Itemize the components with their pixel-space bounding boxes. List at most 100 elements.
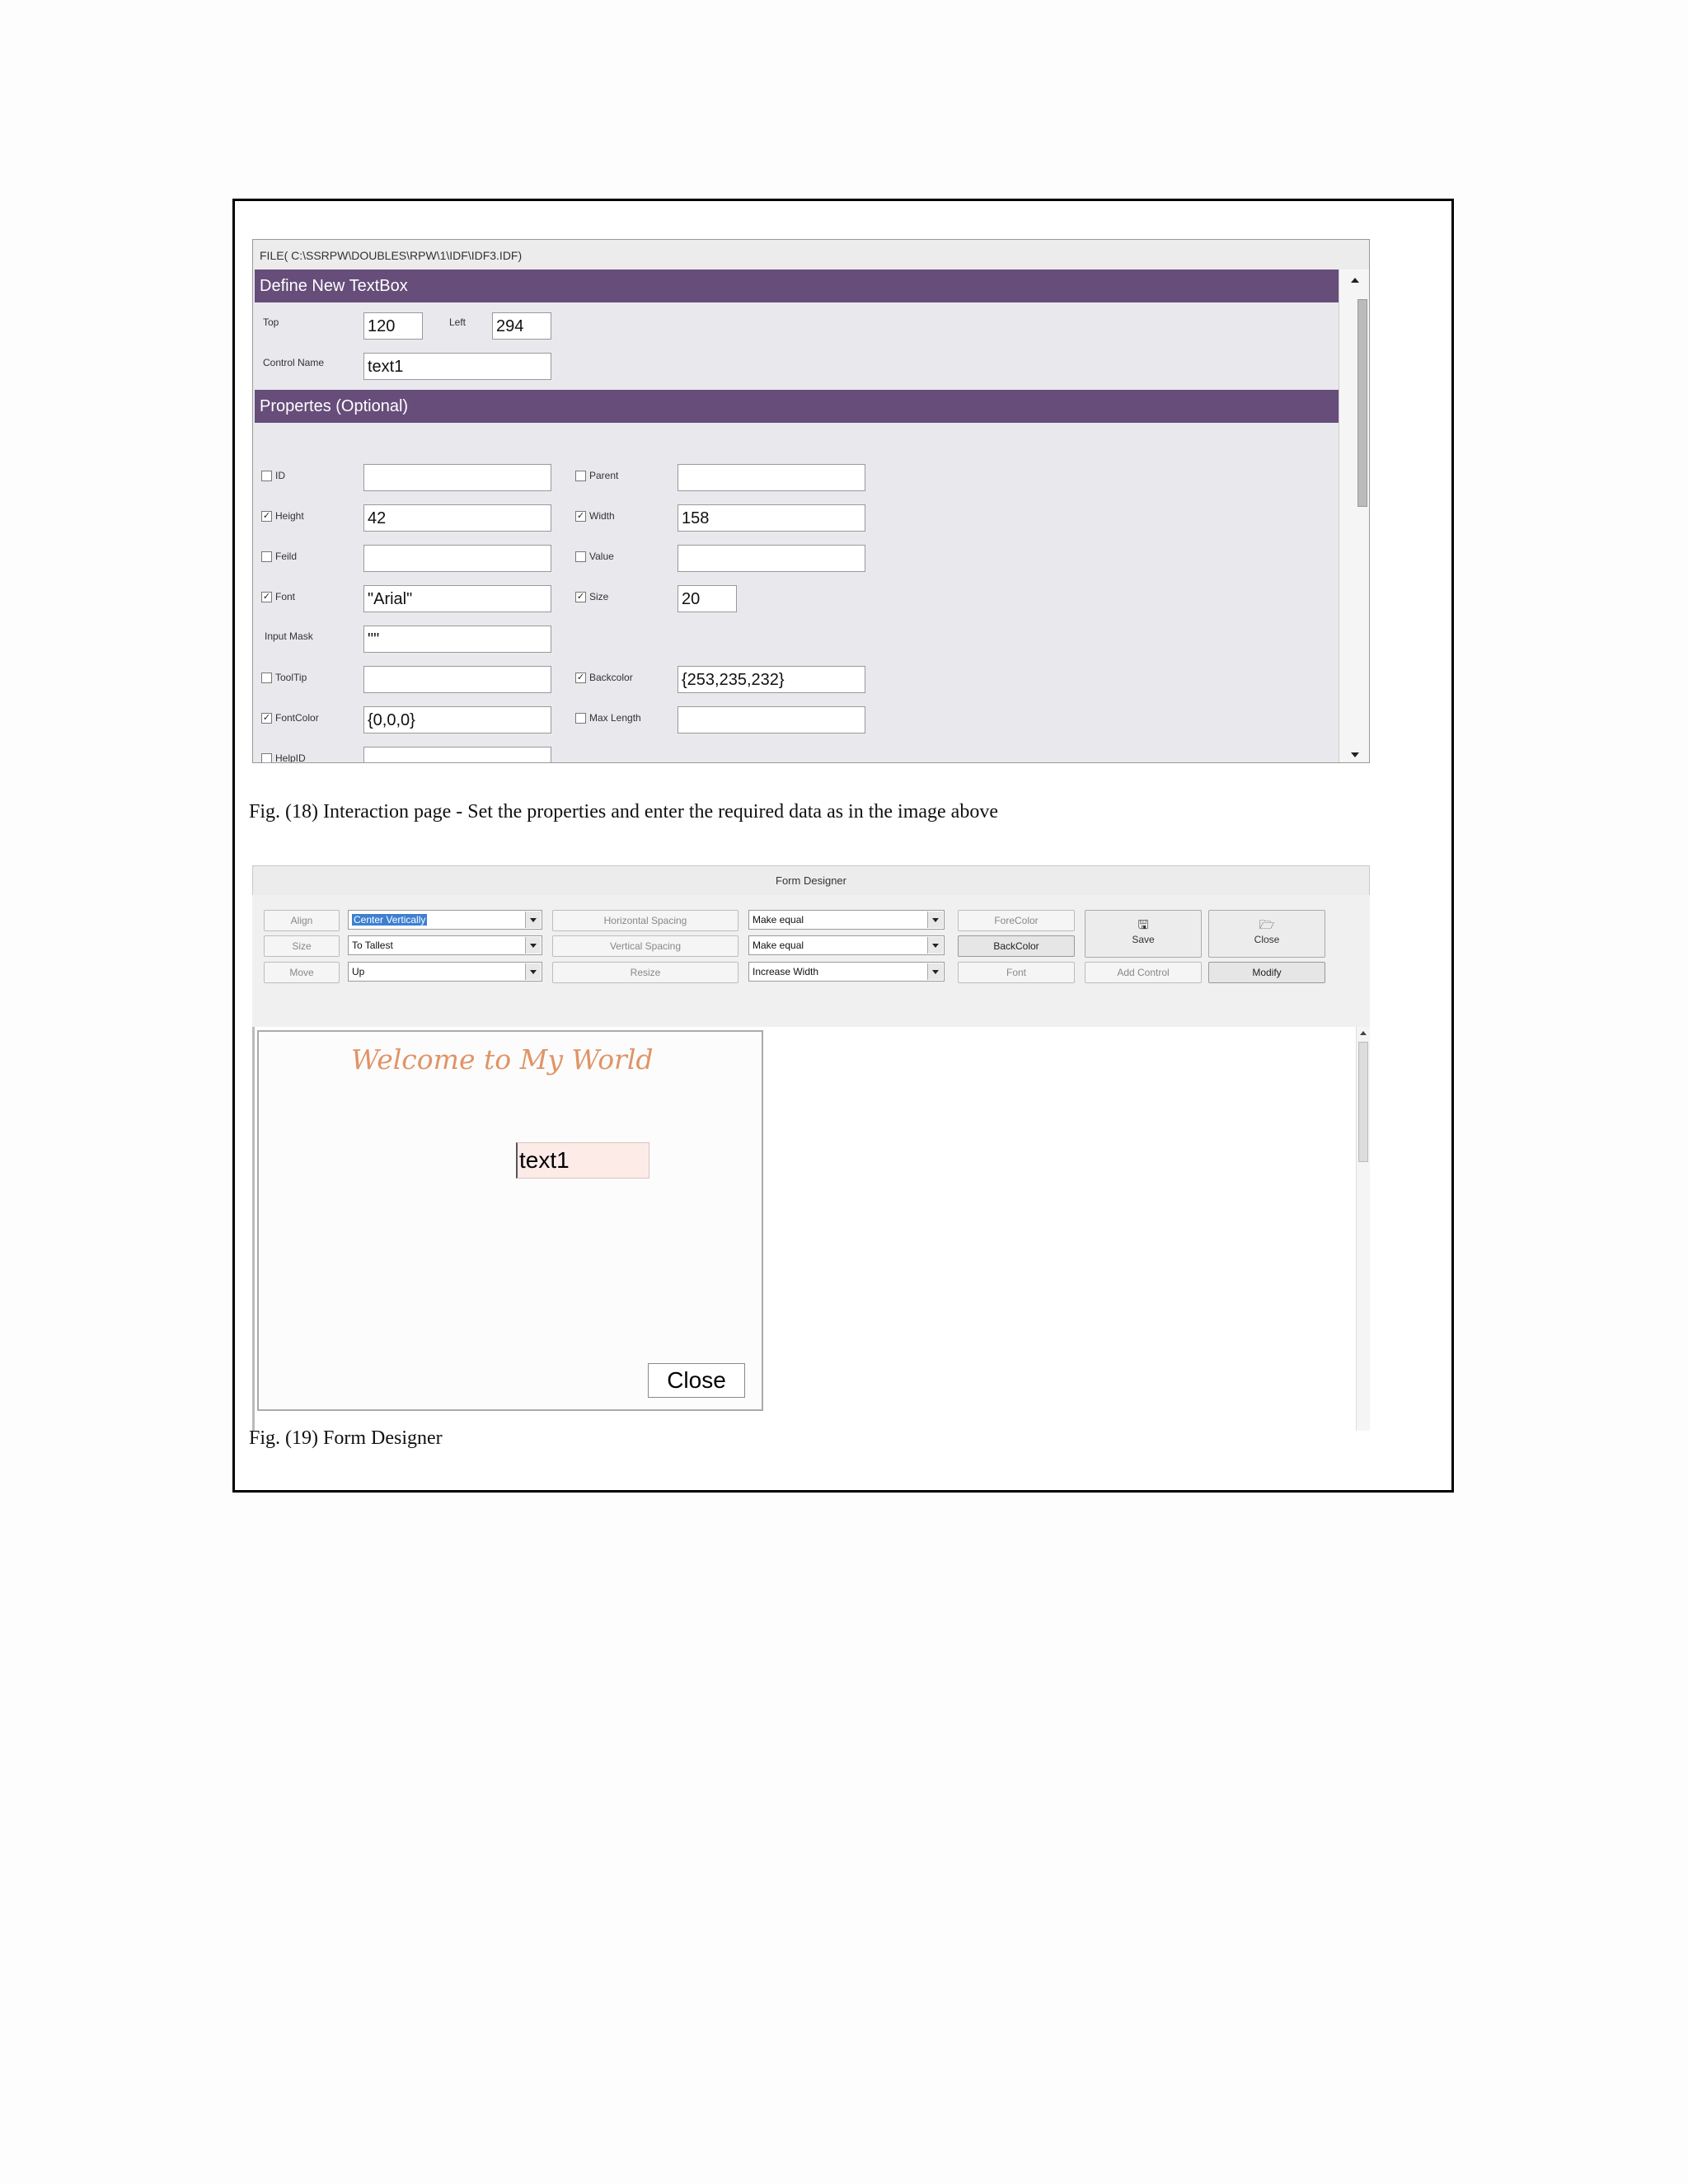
feild-checkbox[interactable] [261, 551, 272, 562]
chevron-down-icon[interactable] [525, 912, 541, 928]
size-button[interactable]: Size [264, 935, 340, 957]
text1-textbox[interactable]: text1 [516, 1142, 649, 1179]
design-canvas: Welcome to My World text1 Close [252, 1027, 1370, 1431]
top-input[interactable]: 120 [363, 312, 423, 340]
parent-input[interactable] [678, 464, 865, 491]
tooltip-label: ToolTip [275, 672, 307, 683]
chevron-down-icon[interactable] [927, 963, 943, 980]
preview-close-button[interactable]: Close [648, 1363, 745, 1398]
height-input[interactable]: 42 [363, 504, 551, 532]
height-checkbox-row[interactable]: ✓ Height [261, 510, 304, 522]
height-checkbox[interactable]: ✓ [261, 510, 272, 522]
move-select[interactable]: Up [348, 962, 542, 982]
define-textbox-window: FILE( C:\SSRPW\DOUBLES\RPW\1\IDF\IDF3.ID… [252, 239, 1370, 763]
window-content: Define New TextBox Top 120 Left 294 Cont… [253, 269, 1339, 762]
designer-toolbar: Align Size Move Center Vertically To Tal… [252, 895, 1370, 1029]
backcolor-checkbox-row[interactable]: ✓ Backcolor [575, 672, 633, 683]
horizontal-spacing-button[interactable]: Horizontal Spacing [552, 910, 738, 931]
align-select[interactable]: Center Vertically [348, 910, 542, 930]
scroll-up-icon[interactable] [1360, 1031, 1367, 1035]
vertical-scrollbar[interactable] [1339, 269, 1369, 762]
feild-checkbox-row[interactable]: Feild [261, 551, 297, 562]
vertical-spacing-button[interactable]: Vertical Spacing [552, 935, 738, 957]
vertical-scrollbar[interactable] [1356, 1027, 1370, 1431]
backcolor-input[interactable]: {253,235,232} [678, 666, 865, 693]
id-checkbox-row[interactable]: ID [261, 470, 285, 481]
width-input[interactable]: 158 [678, 504, 865, 532]
scroll-thumb[interactable] [1358, 1042, 1368, 1162]
font-checkbox-row[interactable]: ✓ Font [261, 591, 295, 602]
size-label: Size [589, 591, 609, 602]
scroll-thumb[interactable] [1357, 299, 1367, 507]
resize-select-value: Increase Width [753, 966, 819, 977]
width-checkbox-row[interactable]: ✓ Width [575, 510, 615, 522]
maxlength-checkbox[interactable] [575, 712, 586, 724]
input-mask-input[interactable]: "" [363, 626, 551, 653]
add-control-button[interactable]: Add Control [1085, 962, 1202, 983]
backcolor-checkbox[interactable]: ✓ [575, 672, 586, 683]
forecolor-button[interactable]: ForeColor [958, 910, 1075, 931]
helpid-checkbox-row[interactable]: HelpID [261, 752, 306, 762]
chevron-down-icon[interactable] [525, 963, 541, 980]
parent-checkbox-row[interactable]: Parent [575, 470, 618, 481]
move-button[interactable]: Move [264, 962, 340, 983]
size-checkbox[interactable]: ✓ [575, 591, 586, 602]
backcolor-button[interactable]: BackColor [958, 935, 1075, 957]
vertical-spacing-select[interactable]: Make equal [748, 935, 945, 955]
scroll-down-icon[interactable] [1351, 752, 1359, 757]
section-define-new-textbox: Define New TextBox [255, 269, 1339, 302]
tooltip-checkbox[interactable] [261, 672, 272, 683]
chevron-down-icon[interactable] [525, 937, 541, 954]
modify-button[interactable]: Modify [1208, 962, 1325, 983]
feild-label: Feild [275, 551, 298, 562]
fontcolor-label: FontColor [275, 712, 319, 724]
size-input[interactable]: 20 [678, 585, 737, 612]
font-checkbox[interactable]: ✓ [261, 591, 272, 602]
font-input[interactable]: "Arial" [363, 585, 551, 612]
maxlength-input[interactable] [678, 706, 865, 733]
align-button[interactable]: Align [264, 910, 340, 931]
tooltip-checkbox-row[interactable]: ToolTip [261, 672, 307, 683]
maxlength-checkbox-row[interactable]: Max Length [575, 712, 641, 724]
value-checkbox-row[interactable]: Value [575, 551, 614, 562]
width-checkbox[interactable]: ✓ [575, 510, 586, 522]
parent-checkbox[interactable] [575, 470, 586, 481]
control-name-input[interactable]: text1 [363, 353, 551, 380]
scroll-up-icon[interactable] [1351, 278, 1359, 283]
id-input[interactable] [363, 464, 551, 491]
close-designer-button[interactable]: 🗁 Close [1208, 910, 1325, 958]
window-title: Form Designer [252, 865, 1370, 897]
id-checkbox[interactable] [261, 470, 272, 481]
section-properties: Propertes (Optional) [255, 390, 1339, 423]
fontcolor-checkbox[interactable]: ✓ [261, 712, 272, 724]
horizontal-spacing-select[interactable]: Make equal [748, 910, 945, 930]
size-select-value: To Tallest [352, 940, 393, 951]
fig19-caption: Fig. (19) Form Designer [249, 1427, 443, 1449]
resize-select[interactable]: Increase Width [748, 962, 945, 982]
value-input[interactable] [678, 545, 865, 572]
parent-label: Parent [589, 470, 619, 481]
chevron-down-icon[interactable] [927, 912, 943, 928]
helpid-checkbox[interactable] [261, 752, 272, 762]
vertical-spacing-value: Make equal [753, 940, 804, 951]
form-preview[interactable]: Welcome to My World text1 Close [257, 1030, 763, 1411]
welcome-label: Welcome to My World [351, 1043, 654, 1076]
helpid-input[interactable] [363, 747, 551, 762]
width-label: Width [589, 510, 615, 522]
save-button[interactable]: 🖫 Save [1085, 910, 1202, 958]
feild-input[interactable] [363, 545, 551, 572]
control-name-label: Control Name [263, 357, 325, 368]
value-label: Value [589, 551, 614, 562]
fontcolor-checkbox-row[interactable]: ✓ FontColor [261, 712, 319, 724]
font-button[interactable]: Font [958, 962, 1075, 983]
size-checkbox-row[interactable]: ✓ Size [575, 591, 608, 602]
value-checkbox[interactable] [575, 551, 586, 562]
fontcolor-input[interactable]: {0,0,0} [363, 706, 551, 733]
resize-button[interactable]: Resize [552, 962, 738, 983]
left-label: Left [449, 316, 467, 328]
tooltip-input[interactable] [363, 666, 551, 693]
size-select[interactable]: To Tallest [348, 935, 542, 955]
open-folder-icon: 🗁 [1259, 918, 1275, 932]
left-input[interactable]: 294 [492, 312, 551, 340]
chevron-down-icon[interactable] [927, 937, 943, 954]
